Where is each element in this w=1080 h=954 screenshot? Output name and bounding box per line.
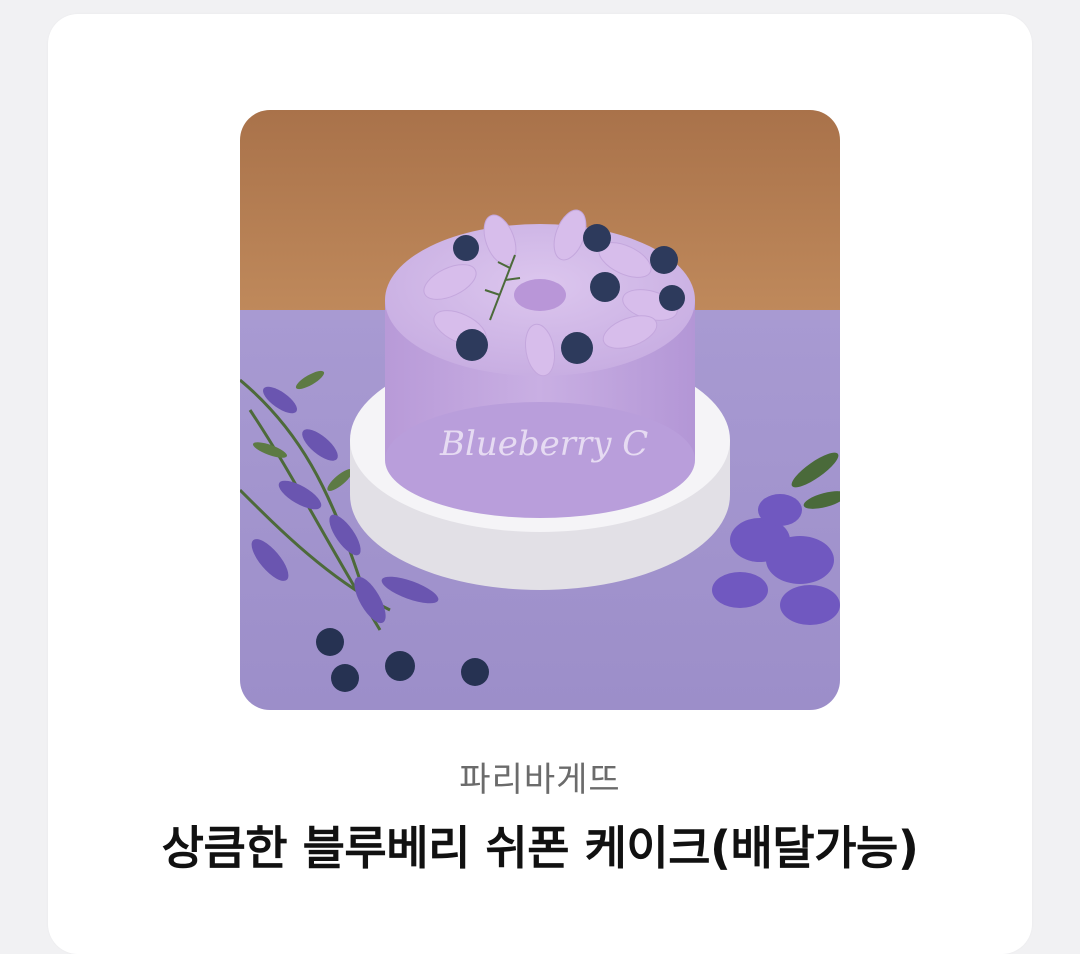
product-brand: 파리바게뜨 <box>459 760 621 800</box>
cake-lettering: Blueberry C <box>439 424 648 464</box>
product-image[interactable]: Blueberry C <box>240 110 840 710</box>
product-title[interactable]: 상큼한 블루베리 쉬폰 케이크(배달가능) <box>0 818 1080 878</box>
